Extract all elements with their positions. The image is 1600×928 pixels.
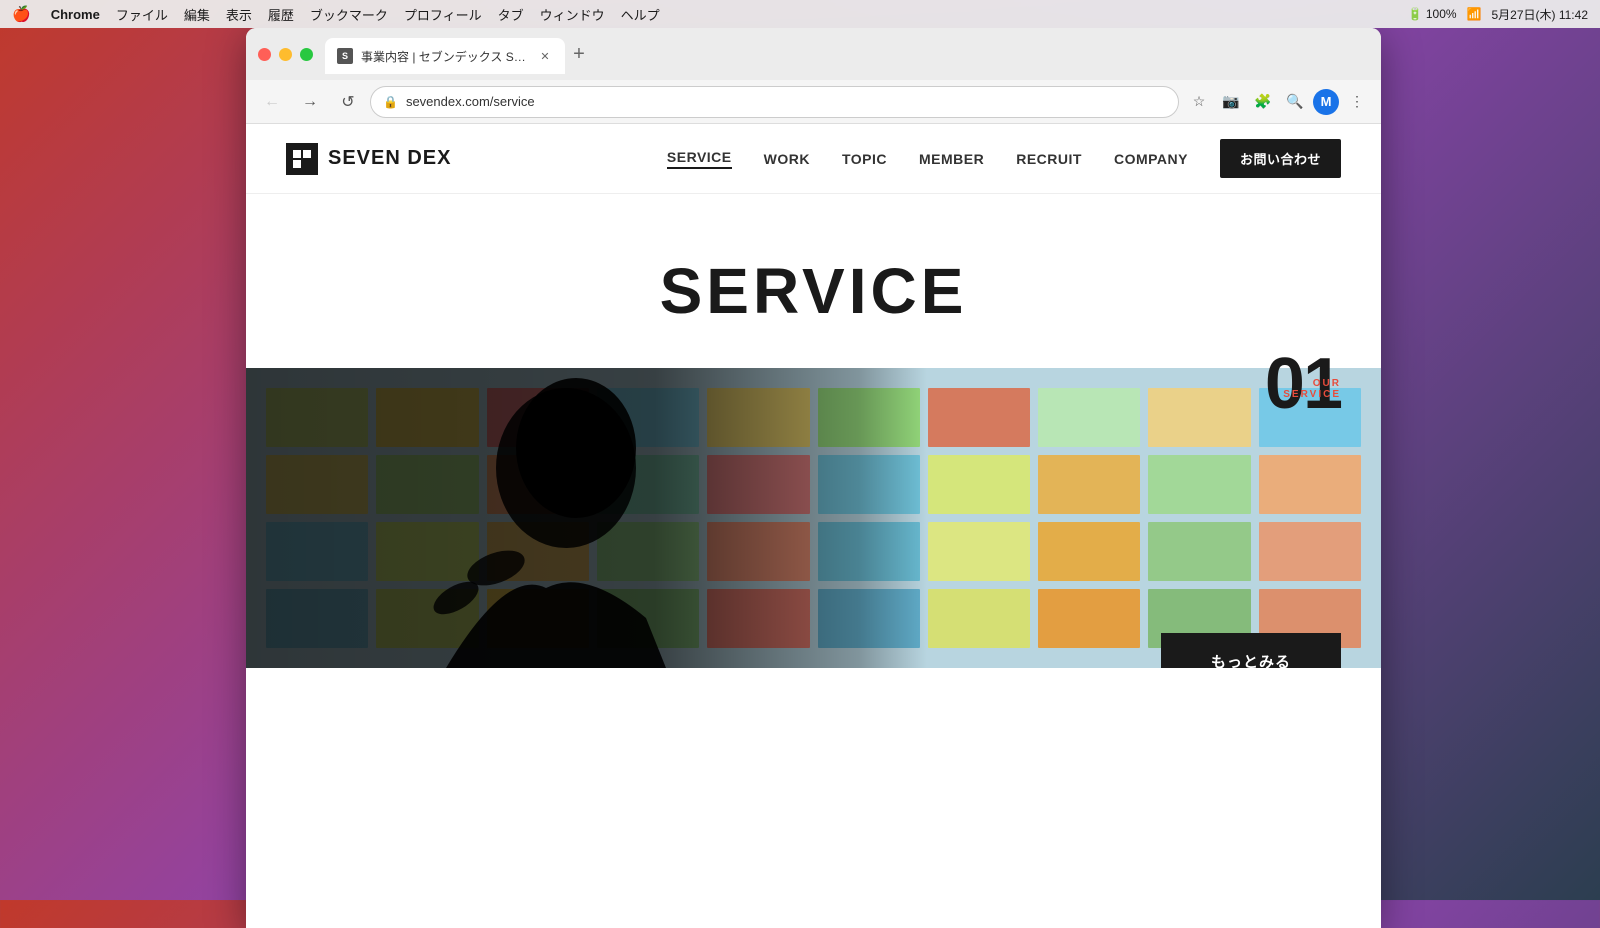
nav-work[interactable]: WORK [764, 151, 810, 167]
sticky-note [1038, 455, 1140, 514]
tabs-menu[interactable]: タブ [498, 5, 524, 24]
reload-button[interactable]: ↺ [332, 86, 364, 118]
secure-icon: 🔒 [383, 95, 398, 109]
sticky-note [1038, 522, 1140, 581]
new-tab-button[interactable]: + [565, 40, 593, 68]
file-menu[interactable]: ファイル [116, 5, 168, 24]
sticky-note [1148, 455, 1250, 514]
edit-menu[interactable]: 編集 [184, 5, 210, 24]
hero-title: SERVICE [246, 254, 1381, 328]
sticky-note [1148, 522, 1250, 581]
site-logo[interactable]: SEVEN DEX [286, 143, 451, 175]
menubar-right: 🔋 100% 📶 5月27日(木) 11:42 [1408, 6, 1588, 23]
browser-titlebar: S 事業内容 | セブンデックス SEVEN ✕ + [246, 28, 1381, 80]
sticky-notes-area: UXUI DESIGN サービスの「らしさ」を引き出し、 ユーザーにとって手触り… [246, 368, 1381, 668]
view-menu[interactable]: 表示 [226, 5, 252, 24]
sticky-note [928, 388, 1030, 447]
url-text: sevendex.com/service [406, 94, 1166, 109]
service-number: OUR SERVICE 01 [1265, 348, 1341, 420]
service-num-label: OUR SERVICE [1265, 378, 1341, 400]
service-image: UXUI DESIGN サービスの「らしさ」を引き出し、 ユーザーにとって手触り… [246, 368, 1381, 668]
logo-icon [286, 143, 318, 175]
bookmark-star-button[interactable]: ☆ [1185, 88, 1213, 116]
nav-company[interactable]: COMPANY [1114, 151, 1188, 167]
search-button[interactable]: 🔍 [1281, 88, 1309, 116]
hero-section: SERVICE [246, 194, 1381, 368]
back-button[interactable]: ← [256, 86, 288, 118]
window-controls [258, 48, 313, 61]
sticky-note [928, 589, 1030, 648]
sticky-note [1148, 388, 1250, 447]
toolbar-icons: ☆ 📷 🧩 🔍 M ⋮ [1185, 88, 1371, 116]
site-nav-links: SERVICE WORK TOPIC MEMBER RECRUIT COMPAN… [667, 139, 1341, 178]
maximize-window-button[interactable] [300, 48, 313, 61]
bottom-section [246, 668, 1381, 768]
nav-service[interactable]: SERVICE [667, 149, 732, 169]
contact-button[interactable]: お問い合わせ [1220, 139, 1341, 178]
tab-bar: S 事業内容 | セブンデックス SEVEN ✕ + [325, 28, 1369, 80]
profiles-menu[interactable]: プロフィール [404, 5, 482, 24]
sticky-note [1259, 455, 1361, 514]
capture-button[interactable]: 📷 [1217, 88, 1245, 116]
bookmarks-menu[interactable]: ブックマーク [310, 5, 388, 24]
profile-avatar[interactable]: M [1313, 89, 1339, 115]
history-menu[interactable]: 履歴 [268, 5, 294, 24]
service-01-section: OUR SERVICE 01 [246, 368, 1381, 668]
extension-button[interactable]: 🧩 [1249, 88, 1277, 116]
sticky-note [928, 455, 1030, 514]
battery-status: 🔋 100% [1408, 7, 1457, 21]
tab-title: 事業内容 | セブンデックス SEVEN [361, 48, 529, 65]
person-silhouette [296, 368, 796, 668]
sticky-note [1038, 589, 1140, 648]
forward-button[interactable]: → [294, 86, 326, 118]
menu-button[interactable]: ⋮ [1343, 88, 1371, 116]
site-nav: SEVEN DEX SERVICE WORK TOPIC MEMBER RECR… [246, 124, 1381, 194]
sticky-note [1038, 388, 1140, 447]
sticky-note [928, 522, 1030, 581]
nav-recruit[interactable]: RECRUIT [1016, 151, 1082, 167]
website-content: SEVEN DEX SERVICE WORK TOPIC MEMBER RECR… [246, 124, 1381, 928]
app-name-menu[interactable]: Chrome [51, 7, 100, 22]
tab-favicon: S [337, 48, 353, 64]
nav-member[interactable]: MEMBER [919, 151, 984, 167]
dark-overlay [246, 368, 927, 668]
more-button[interactable]: もっとみる [1161, 633, 1341, 668]
datetime: 5月27日(木) 11:42 [1492, 6, 1589, 23]
window-menu[interactable]: ウィンドウ [540, 5, 605, 24]
address-bar[interactable]: 🔒 sevendex.com/service [370, 86, 1179, 118]
logo-text: SEVEN DEX [328, 147, 451, 170]
nav-topic[interactable]: TOPIC [842, 151, 887, 167]
macos-menubar: 🍎 Chrome ファイル 編集 表示 履歴 ブックマーク プロフィール タブ … [0, 0, 1600, 28]
wifi-icon: 📶 [1467, 7, 1482, 21]
minimize-window-button[interactable] [279, 48, 292, 61]
close-window-button[interactable] [258, 48, 271, 61]
sticky-note [1259, 522, 1361, 581]
help-menu[interactable]: ヘルプ [621, 5, 660, 24]
tab-close-button[interactable]: ✕ [537, 48, 553, 64]
apple-menu[interactable]: 🍎 [12, 5, 31, 23]
browser-toolbar: ← → ↺ 🔒 sevendex.com/service ☆ 📷 🧩 🔍 M ⋮ [246, 80, 1381, 124]
browser-tab-active[interactable]: S 事業内容 | セブンデックス SEVEN ✕ [325, 38, 565, 74]
